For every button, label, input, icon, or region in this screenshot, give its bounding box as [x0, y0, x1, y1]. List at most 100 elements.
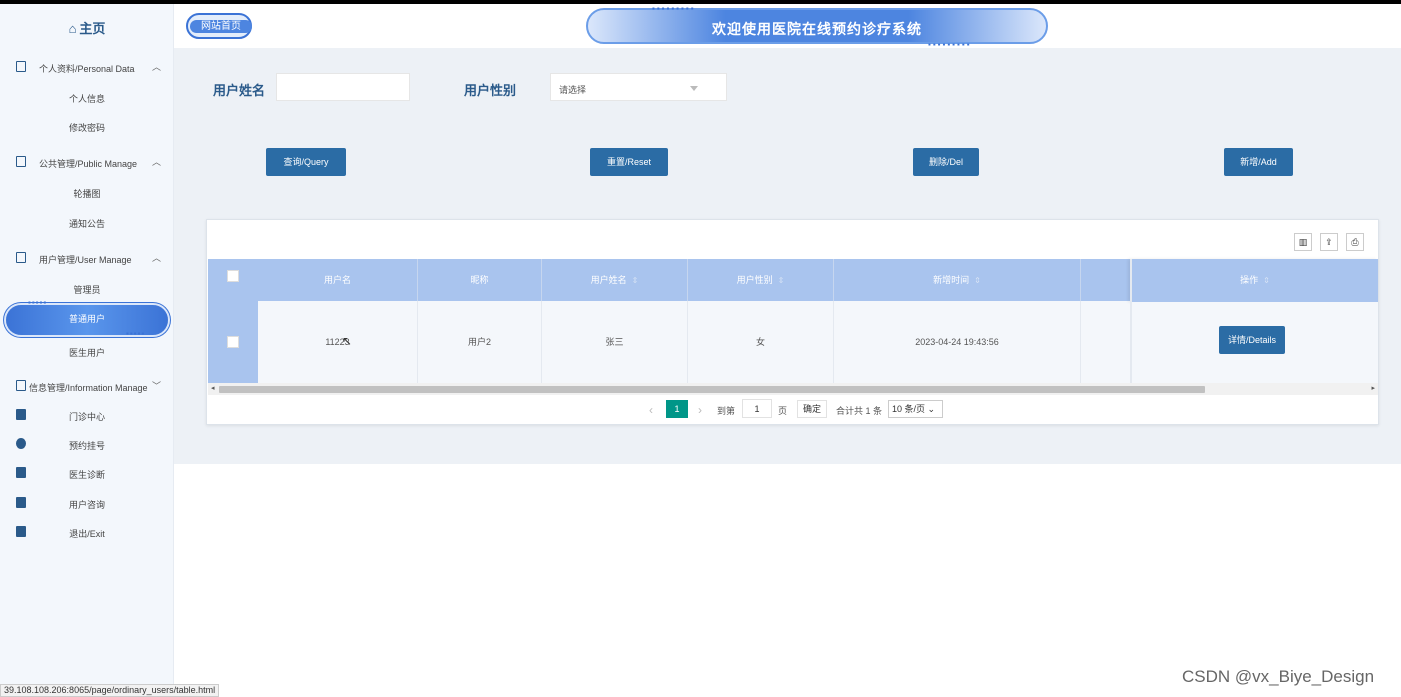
column-header-nickname[interactable]: 昵称 [418, 259, 542, 301]
sidebar-group-label: 公共管理/Public Manage [39, 159, 138, 169]
sort-icon[interactable]: ⇕ [778, 276, 785, 285]
columns-filter-icon[interactable]: ▥ [1294, 233, 1312, 251]
cell-gender: 女 [688, 301, 834, 383]
sidebar-item-exit[interactable]: 退出/Exit [0, 522, 174, 544]
sidebar-group-information-manage[interactable]: 信息管理/Information Manage ﹀ [0, 375, 174, 399]
gender-select-placeholder: 请选择 [559, 85, 587, 95]
add-button[interactable]: 新增/Add [1224, 148, 1293, 176]
watermark: CSDN @vx_Biye_Design [1182, 667, 1375, 686]
sidebar-group-label: 个人资料/Personal Data [39, 64, 135, 74]
select-all-checkbox[interactable] [227, 270, 239, 282]
page-size-select[interactable]: 10 条/页 ⌄ [888, 400, 943, 418]
sidebar-item-label: 门诊中心 [68, 412, 105, 422]
sidebar-group-label: 用户管理/User Manage [39, 255, 132, 265]
decor-dots: ▪▪▪▪▪▪▪▪▪ [652, 4, 696, 13]
column-header-created-time[interactable]: 新增时间 ⇕ [834, 259, 1081, 301]
sidebar-item-change-password[interactable]: 修改密码 [0, 118, 174, 138]
cell-nickname: 用户2 [418, 301, 542, 383]
details-button[interactable]: 详情/Details [1219, 326, 1285, 354]
sort-icon[interactable]: ⇕ [1263, 276, 1270, 285]
sidebar-item-ordinary-users[interactable]: 普通用户 [0, 309, 174, 329]
total-count: 合计共 1 条 [836, 406, 883, 416]
mouse-cursor-icon: ↖ [342, 334, 353, 348]
sidebar-item-consultation[interactable]: 用户咨询 [0, 493, 174, 515]
column-header-actions: 操作 ⇕ [1130, 259, 1378, 302]
chevron-down-icon: ﹀ [152, 381, 162, 391]
column-header-blank [1081, 259, 1131, 301]
building-icon [16, 252, 26, 263]
sidebar-item-label: 用户咨询 [68, 500, 105, 510]
top-header: 网站首页 ▪▪▪▪▪▪▪▪▪ 欢迎使用医院在线预约诊疗系统 ▪▪▪▪▪▪▪▪▪ [174, 4, 1401, 49]
column-header-username[interactable]: 用户名 [258, 259, 418, 301]
site-home-button[interactable]: 网站首页 [186, 13, 252, 39]
column-header-real-name[interactable]: 用户姓名 ⇕ [542, 259, 688, 301]
prev-page-icon[interactable]: ‹ [649, 403, 653, 417]
scroll-right-icon[interactable]: ▸ [1371, 384, 1375, 392]
next-page-icon[interactable]: › [698, 403, 702, 417]
decor-dots: ▪▪▪▪▪ [126, 329, 146, 338]
column-header-label: 新增时间 [933, 275, 970, 285]
system-title: 欢迎使用医院在线预约诊疗系统 [712, 21, 922, 37]
site-home-label: 网站首页 [190, 20, 252, 33]
sort-icon[interactable]: ⇕ [632, 276, 639, 285]
pagination: ‹ 1 › 到第 1 页 确定 合计共 1 条 10 条/页 ⌄ [207, 399, 1378, 421]
chevron-up-icon: ︿ [152, 253, 162, 263]
reset-button[interactable]: 重置/Reset [590, 148, 668, 176]
sidebar-group-personal-data[interactable]: 个人资料/Personal Data ︿ [0, 56, 174, 80]
column-header-gender[interactable]: 用户性别 ⇕ [688, 259, 834, 301]
row-select-cell [208, 301, 258, 383]
page-size-value: 10 条/页 [892, 404, 926, 414]
sidebar-item-appointment[interactable]: 预约挂号 [0, 434, 174, 456]
page-unit-label: 页 [778, 406, 788, 416]
cell-blank [1081, 301, 1131, 383]
cell-created-time: 2023-04-24 19:43:56 [834, 301, 1081, 383]
home-icon: ⌂ [68, 21, 77, 36]
decor-dots: ▪▪▪▪▪ [28, 298, 48, 307]
sidebar-group-user-manage[interactable]: 用户管理/User Manage ︿ [0, 247, 174, 271]
gender-filter-select[interactable]: 请选择 [550, 73, 727, 101]
cell-actions: 详情/Details [1130, 302, 1378, 383]
sidebar-home-label: 主页 [79, 21, 106, 36]
chevron-up-icon: ︿ [152, 157, 162, 167]
sidebar-item-notice[interactable]: 通知公告 [0, 214, 174, 234]
goto-page-input[interactable]: 1 [742, 399, 772, 418]
horizontal-scrollbar[interactable]: ◂ ▸ [208, 383, 1378, 395]
sidebar-group-public-manage[interactable]: 公共管理/Public Manage ︿ [0, 151, 174, 175]
sort-icon[interactable]: ⇕ [974, 276, 981, 285]
sidebar-group-label: 信息管理/Information Manage [29, 383, 148, 393]
column-header-label: 用户姓名 [590, 275, 627, 285]
sidebar-item-label: 退出/Exit [69, 529, 105, 539]
scrollbar-thumb[interactable] [219, 386, 1205, 393]
column-header-label: 用户性别 [736, 275, 773, 285]
gender-filter-label: 用户性别 [464, 83, 517, 98]
document-icon [16, 61, 26, 72]
chevron-up-icon: ︿ [152, 62, 162, 72]
sidebar-item-clinic-center[interactable]: 门诊中心 [0, 405, 174, 427]
sidebar-item-label: 医生诊断 [68, 470, 105, 480]
data-table-panel: ▥ ⇪ ⎙ 用户名 昵称 用户姓名 ⇕ 用户性别 ⇕ 新增时间 ⇕ 11223 用户2… [206, 219, 1379, 425]
column-header-label: 用户名 [323, 275, 351, 285]
print-icon[interactable]: ⎙ [1346, 233, 1364, 251]
sidebar-item-admin[interactable]: 管理员 [0, 280, 174, 300]
sidebar-item-carousel[interactable]: 轮播图 [0, 184, 174, 204]
sidebar-item-personal-info[interactable]: 个人信息 [0, 89, 174, 109]
query-button[interactable]: 查询/Query [266, 148, 346, 176]
export-icon[interactable]: ⇪ [1320, 233, 1338, 251]
scroll-left-icon[interactable]: ◂ [211, 384, 215, 392]
goto-confirm-button[interactable]: 确定 [797, 400, 827, 418]
column-header-label: 昵称 [470, 275, 489, 285]
delete-button[interactable]: 删除/Del [913, 148, 979, 176]
column-header-actions-inner[interactable]: 操作 ⇕ [1132, 259, 1378, 302]
cell-real-name: 张三 [542, 301, 688, 383]
username-filter-input[interactable] [276, 73, 410, 101]
cell-username: 11223 [258, 301, 418, 383]
status-bar-url: 39.108.108.206:8065/page/ordinary_users/… [0, 684, 220, 697]
sidebar-item-doctor-users[interactable]: 医生用户 [0, 343, 174, 363]
clipboard-icon [16, 156, 26, 167]
sidebar-item-diagnosis[interactable]: 医生诊断 [0, 463, 174, 485]
chart-icon [16, 380, 26, 391]
sidebar: ⌂ 主页 个人资料/Personal Data ︿ 个人信息 修改密码 公共管理/… [0, 4, 174, 697]
row-checkbox[interactable] [227, 336, 239, 348]
sidebar-home[interactable]: ⌂ 主页 [0, 18, 174, 37]
current-page[interactable]: 1 [666, 400, 688, 418]
